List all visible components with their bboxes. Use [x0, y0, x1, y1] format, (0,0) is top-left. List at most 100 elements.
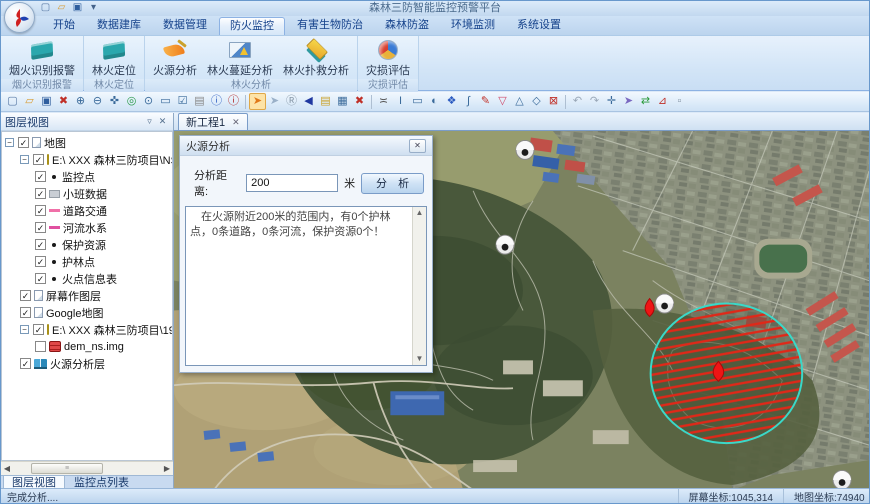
layer-checkbox[interactable]	[35, 273, 46, 284]
text-tool-icon[interactable]: I	[392, 93, 409, 110]
quick-access-dropdown-icon[interactable]: ▾	[87, 2, 100, 14]
distance-input[interactable]	[246, 174, 338, 192]
new-document-icon[interactable]: ▢	[4, 93, 21, 110]
fire-rescue-analysis-button[interactable]: 林火扑救分析	[278, 38, 354, 79]
close-project-icon[interactable]: ✖	[55, 93, 72, 110]
ribbon-tab[interactable]: 系统设置	[507, 17, 571, 35]
zoom-out-icon[interactable]: ⊖	[89, 93, 106, 110]
rotate-icon[interactable]: Ⓡ	[283, 93, 300, 110]
layer-checkbox[interactable]	[35, 205, 46, 216]
layer-checkbox[interactable]	[35, 171, 46, 182]
select-features-icon[interactable]: ▦	[334, 93, 351, 110]
analyze-button[interactable]: 分 析	[361, 173, 424, 194]
layer-checkbox[interactable]	[35, 341, 46, 352]
copy-features-icon[interactable]: ▤	[317, 93, 334, 110]
close-icon[interactable]: ✕	[156, 115, 169, 128]
open-folder-icon[interactable]: ▱	[21, 93, 38, 110]
layer-tree-row[interactable]: Google地图	[2, 304, 172, 321]
application-logo-button[interactable]	[4, 2, 35, 33]
undo-icon[interactable]: ↶	[569, 93, 586, 110]
clear-selection-icon[interactable]: ➤	[266, 93, 283, 110]
select-check-icon[interactable]: ☑	[174, 93, 191, 110]
redo-icon[interactable]: ↷	[586, 93, 603, 110]
layer-checkbox[interactable]	[33, 324, 44, 335]
ribbon-tab[interactable]: 有害生物防治	[287, 17, 373, 35]
layer-checkbox[interactable]	[33, 154, 44, 165]
identify-info-icon[interactable]: ⓘ	[208, 93, 225, 110]
layer-tree-row[interactable]: 小班数据	[2, 185, 172, 202]
close-tab-icon[interactable]: ✕	[232, 117, 240, 128]
layer-tree-row[interactable]: 河流水系	[2, 219, 172, 236]
map-canvas[interactable]: 火源分析 ✕ 分析距离: 米 分 析 分析报告 在火源附近200米的范围内，有0…	[174, 131, 869, 491]
layer-tree-row[interactable]: 火源分析层	[2, 355, 172, 372]
select-arrow-icon[interactable]: ➤	[249, 93, 266, 110]
layer-tree-row[interactable]: 地图	[2, 134, 172, 151]
flag-icon[interactable]: ◀	[300, 93, 317, 110]
layer-tree-row[interactable]: 保护资源	[2, 236, 172, 253]
layer-tree-row[interactable]: 护林点	[2, 253, 172, 270]
save-icon[interactable]: ▣	[38, 93, 55, 110]
tree-expander[interactable]	[5, 138, 14, 147]
ribbon-tab[interactable]: 数据管理	[153, 17, 217, 35]
scroll-right-icon[interactable]: ▶	[161, 464, 173, 473]
ribbon-tab[interactable]: 数据建库	[87, 17, 151, 35]
tree-expander[interactable]	[20, 155, 29, 164]
zoom-previous-icon[interactable]: ⊙	[140, 93, 157, 110]
pen-tool-icon[interactable]: ✎	[477, 93, 494, 110]
document-tab[interactable]: 新工程1 ✕	[178, 113, 248, 130]
move-icon[interactable]: ✛	[603, 93, 620, 110]
camera-icon[interactable]	[833, 471, 851, 490]
compass-tool-icon[interactable]: ❖	[443, 93, 460, 110]
layer-checkbox[interactable]	[35, 256, 46, 267]
layer-checkbox[interactable]	[20, 290, 31, 301]
fire-source-analysis-button[interactable]: 火源分析	[148, 38, 202, 79]
forest-fire-locate-button[interactable]: 林火定位	[87, 38, 141, 79]
zoom-in-icon[interactable]: ⊕	[72, 93, 89, 110]
dialog-close-icon[interactable]: ✕	[409, 139, 426, 153]
camera-icon[interactable]	[496, 235, 514, 254]
document-info-icon[interactable]: ▤	[191, 93, 208, 110]
smoke-fire-alarm-button[interactable]: 烟火识别报警	[4, 38, 80, 79]
scroll-left-icon[interactable]: ◀	[1, 464, 13, 473]
open-folder-icon[interactable]: ▱	[55, 2, 68, 14]
triangle-tool-icon[interactable]: △	[511, 93, 528, 110]
full-extent-icon[interactable]: ◎	[123, 93, 140, 110]
triangle-down-tool-icon[interactable]: ▽	[494, 93, 511, 110]
measure-icon[interactable]: ≍	[375, 93, 392, 110]
new-document-icon[interactable]: ▢	[39, 2, 52, 14]
scroll-down-icon[interactable]: ▼	[413, 353, 426, 365]
ribbon-tab[interactable]: 环境监测	[441, 17, 505, 35]
scroll-thumb[interactable]: ≡	[31, 463, 103, 474]
pin-icon[interactable]: ▿	[143, 115, 156, 128]
save-icon[interactable]: ▣	[71, 2, 84, 14]
ribbon-tab[interactable]: 防火监控	[219, 17, 285, 35]
rectangle-tool-icon[interactable]: ▭	[409, 93, 426, 110]
tree-expander[interactable]	[20, 325, 29, 334]
pointer-edit-icon[interactable]: ➤	[620, 93, 637, 110]
circle-tool-icon[interactable]: ◐	[426, 93, 443, 110]
layer-tree-row[interactable]: 监控点	[2, 168, 172, 185]
camera-icon[interactable]	[656, 294, 674, 313]
layer-checkbox[interactable]	[35, 239, 46, 250]
curve-tool-icon[interactable]: ∫	[460, 93, 477, 110]
layer-tree-row[interactable]: 火点信息表	[2, 270, 172, 287]
dialog-title-bar[interactable]: 火源分析 ✕	[180, 136, 432, 156]
layer-checkbox[interactable]	[35, 188, 46, 199]
layer-tree-row[interactable]: E:\ XXX 森林三防项目\19青河	[2, 321, 172, 338]
pan-icon[interactable]: ✜	[106, 93, 123, 110]
layer-tree-row[interactable]: 屏幕作图层	[2, 287, 172, 304]
layer-checkbox[interactable]	[20, 358, 31, 369]
layer-tree-row[interactable]: E:\ XXX 森林三防项目\NS.m	[2, 151, 172, 168]
fire-spread-analysis-button[interactable]: 林火蔓延分析	[202, 38, 278, 79]
ribbon-tab[interactable]: 开始	[43, 17, 85, 35]
slope-tool-icon[interactable]: ⊿	[654, 93, 671, 110]
identify-alert-icon[interactable]: ⓘ	[225, 93, 242, 110]
layer-checkbox[interactable]	[35, 222, 46, 233]
layer-checkbox[interactable]	[20, 307, 31, 318]
layer-tree-row[interactable]: dem_ns.img	[2, 338, 172, 355]
refresh-layers-icon[interactable]: ⇄	[637, 93, 654, 110]
erase-tool-icon[interactable]: ⊠	[545, 93, 562, 110]
camera-icon[interactable]	[516, 140, 534, 159]
diamond-tool-icon[interactable]: ◇	[528, 93, 545, 110]
damage-assessment-button[interactable]: 灾损评估	[361, 38, 415, 79]
